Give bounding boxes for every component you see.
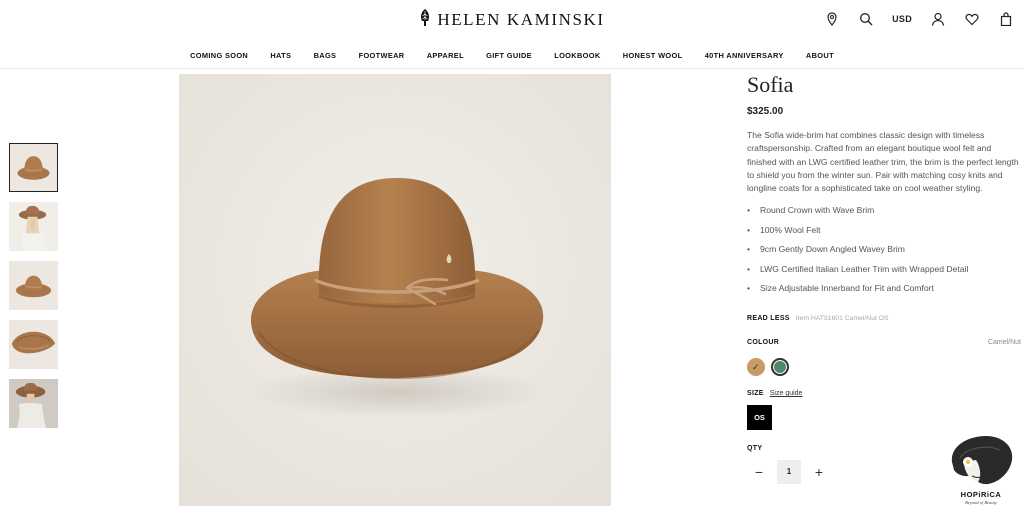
size-guide-link[interactable]: Size guide bbox=[770, 390, 803, 397]
read-less-button[interactable]: READ LESS bbox=[747, 315, 790, 322]
size-option-os[interactable]: OS bbox=[747, 404, 772, 430]
nav-about[interactable]: ABOUT bbox=[806, 51, 834, 60]
watermark-tagline: Beyond of Beauty bbox=[965, 500, 997, 505]
feature-item: 9cm Gently Down Angled Wavey Brim bbox=[747, 240, 1021, 260]
brand-name: HELEN KAMINSKI bbox=[437, 10, 605, 29]
check-icon: ✓ bbox=[752, 361, 760, 372]
size-label: SIZE bbox=[747, 389, 764, 397]
feature-list: Round Crown with Wave Brim 100% Wool Fel… bbox=[747, 201, 1021, 299]
heart-icon[interactable] bbox=[964, 11, 980, 27]
size-row: SIZE Size guide bbox=[747, 390, 1021, 397]
thumbnail-1[interactable] bbox=[9, 143, 58, 192]
nav-footwear[interactable]: FOOTWEAR bbox=[359, 51, 405, 60]
colour-swatches: ✓ bbox=[747, 357, 1021, 376]
feature-item: 100% Wool Felt bbox=[747, 221, 1021, 241]
colour-value: Camel/Nut bbox=[987, 338, 1021, 346]
palm-leaf-icon bbox=[419, 9, 431, 31]
swatch-green[interactable] bbox=[771, 357, 789, 376]
thumbnail-3[interactable] bbox=[9, 261, 58, 310]
nav-coming-soon[interactable]: COMING SOON bbox=[190, 51, 248, 60]
watermark-brand: HOPiRiCA bbox=[960, 490, 1002, 499]
nav-gift-guide[interactable]: GIFT GUIDE bbox=[486, 51, 532, 60]
nav-40th-anniversary[interactable]: 40TH ANNIVERSARY bbox=[705, 51, 784, 60]
colour-row: COLOUR Camel/Nut bbox=[747, 339, 1021, 346]
header-icons: USD bbox=[806, 11, 1014, 27]
hopirica-watermark: HOPiRiCA Beyond of Beauty bbox=[946, 432, 1016, 510]
product-info: Sofia $325.00 The Sofia wide-brim hat co… bbox=[747, 72, 1021, 484]
main-product-image[interactable] bbox=[179, 74, 611, 506]
main-nav: COMING SOON HATS BAGS FOOTWEAR APPAREL G… bbox=[0, 45, 1024, 63]
thumbnail-gallery bbox=[9, 143, 59, 438]
hat-lady-logo-icon bbox=[951, 436, 1013, 485]
product-description: The Sofia wide-brim hat combines classic… bbox=[747, 130, 1019, 194]
nav-honest-wool[interactable]: HONEST WOOL bbox=[623, 51, 683, 60]
nav-hats[interactable]: HATS bbox=[270, 51, 291, 60]
product-price: $325.00 bbox=[747, 106, 784, 117]
qty-decrease-button[interactable]: − bbox=[747, 460, 771, 484]
thumbnail-5[interactable] bbox=[9, 379, 58, 428]
feature-item: LWG Certified Italian Leather Trim with … bbox=[747, 260, 1021, 280]
product-title: Sofia bbox=[747, 72, 794, 97]
nav-bags[interactable]: BAGS bbox=[314, 51, 337, 60]
thumbnail-2[interactable] bbox=[9, 202, 58, 251]
feature-item: Size Adjustable Innerband for Fit and Co… bbox=[747, 279, 1021, 299]
thumbnail-4[interactable] bbox=[9, 320, 58, 369]
site-header: HELEN KAMINSKI USD COMING SOON HATS BAGS… bbox=[0, 0, 1024, 69]
location-pin-icon[interactable] bbox=[824, 11, 840, 27]
read-less-row: READ LESS Item HAT51601 Camel/Nut OS bbox=[747, 315, 1021, 322]
feature-item: Round Crown with Wave Brim bbox=[747, 201, 1021, 221]
item-code: Item HAT51601 Camel/Nut OS bbox=[795, 314, 889, 322]
account-icon[interactable] bbox=[930, 11, 946, 27]
nav-lookbook[interactable]: LOOKBOOK bbox=[554, 51, 600, 60]
bag-icon[interactable] bbox=[998, 11, 1014, 27]
qty-input[interactable]: 1 bbox=[777, 459, 801, 484]
qty-increase-button[interactable]: + bbox=[807, 460, 831, 484]
swatch-camel-nut[interactable]: ✓ bbox=[747, 357, 765, 376]
currency-selector[interactable]: USD bbox=[892, 14, 912, 24]
nav-apparel[interactable]: APPAREL bbox=[427, 51, 464, 60]
colour-label: COLOUR bbox=[747, 338, 780, 346]
search-icon[interactable] bbox=[858, 11, 874, 27]
